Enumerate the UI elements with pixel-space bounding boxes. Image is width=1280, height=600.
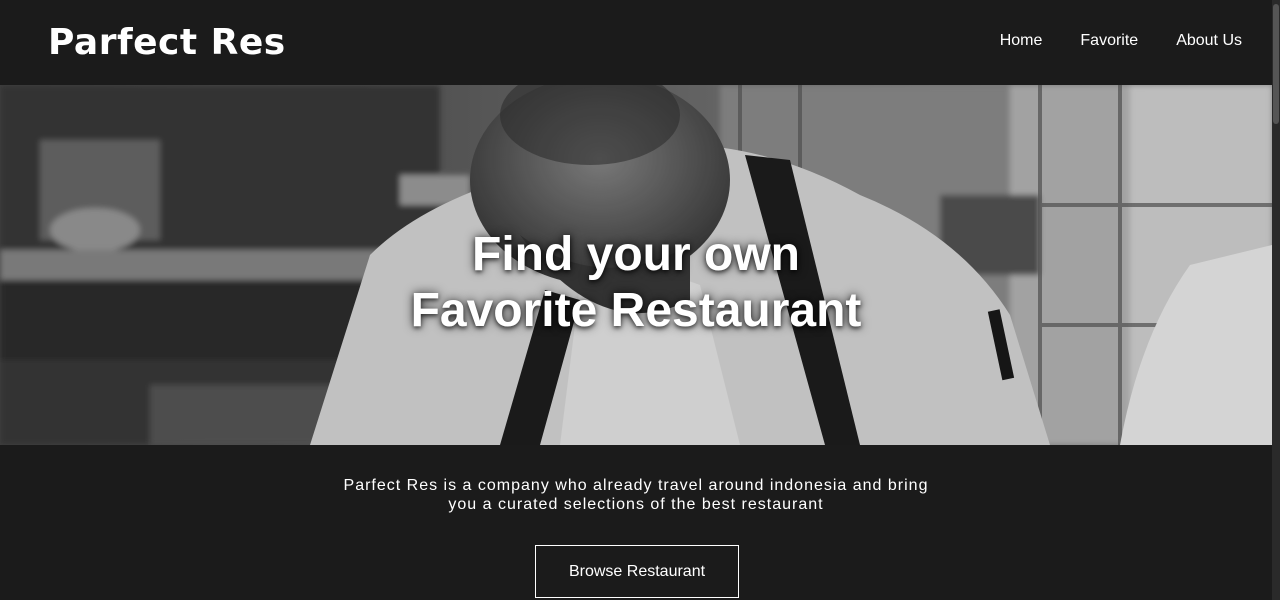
hero-title-line-1: Find your own <box>472 228 800 281</box>
nav-link-about-us[interactable]: About Us <box>1176 32 1242 49</box>
scrollbar-thumb[interactable] <box>1273 4 1279 124</box>
hero-title: Find your own Favorite Restaurant <box>0 227 1272 339</box>
nav-link-favorite[interactable]: Favorite <box>1080 32 1138 49</box>
description-line-2: you a curated selections of the best res… <box>448 496 824 513</box>
description-line-1: Parfect Res is a company who already tra… <box>343 477 929 494</box>
nav-item-home: Home <box>1000 32 1043 50</box>
nav-link-home[interactable]: Home <box>1000 32 1043 49</box>
site-logo[interactable]: Parfect Res <box>48 22 286 63</box>
site-header: Parfect Res Home Favorite About Us <box>0 0 1280 85</box>
company-description: Parfect Res is a company who already tra… <box>0 476 1272 514</box>
nav-item-about-us: About Us <box>1176 32 1242 50</box>
hero-title-line-2: Favorite Restaurant <box>410 284 862 337</box>
vertical-scrollbar[interactable] <box>1272 0 1280 600</box>
nav-item-favorite: Favorite <box>1080 32 1138 50</box>
main-navigation: Home Favorite About Us <box>1000 32 1242 50</box>
hero-banner: Find your own Favorite Restaurant <box>0 85 1272 445</box>
browse-restaurant-button[interactable]: Browse Restaurant <box>535 545 739 598</box>
